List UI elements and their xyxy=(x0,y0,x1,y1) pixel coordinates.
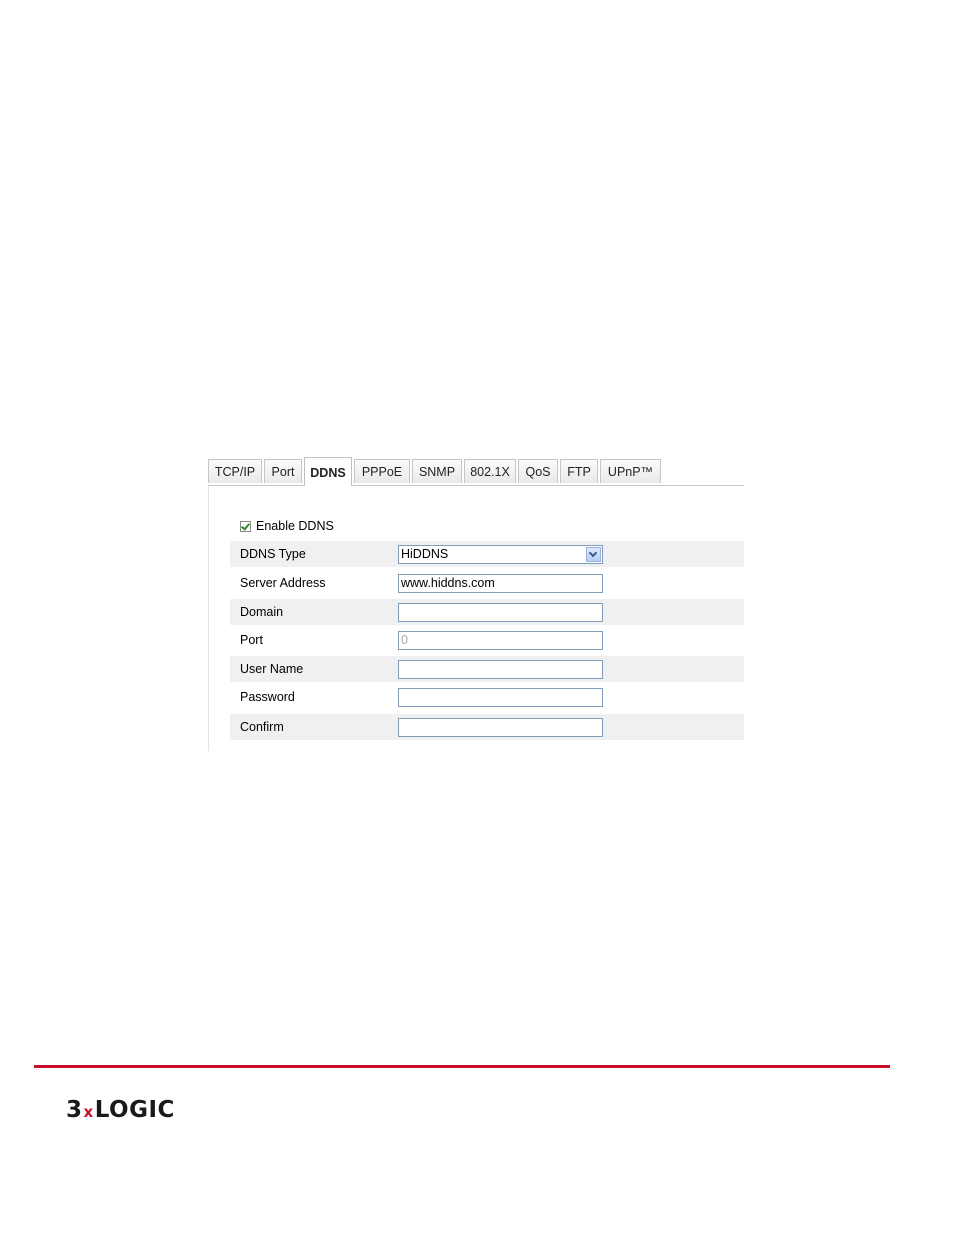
ddns-type-value: HiDDNS xyxy=(401,547,449,561)
domain-input[interactable] xyxy=(398,603,603,622)
tab-pppoe[interactable]: PPPoE xyxy=(354,459,410,483)
ddns-type-label: DDNS Type xyxy=(240,547,306,561)
enable-ddns-label: Enable DDNS xyxy=(256,519,334,533)
ddns-type-select[interactable]: HiDDNS xyxy=(398,545,603,564)
ddns-type-row: DDNS Type HiDDNS xyxy=(230,541,744,567)
confirm-label: Confirm xyxy=(240,720,284,734)
password-input[interactable] xyxy=(398,688,603,707)
logo-x: x xyxy=(83,1103,94,1121)
panel-border xyxy=(208,485,209,751)
logo-suffix: LOGIC xyxy=(94,1097,175,1123)
brand-logo: 3xLOGIC xyxy=(66,1097,175,1123)
tab-snmp[interactable]: SNMP xyxy=(412,459,462,483)
logo-prefix: 3 xyxy=(66,1097,83,1123)
tab-port[interactable]: Port xyxy=(264,459,302,483)
port-label: Port xyxy=(240,633,263,647)
port-row: Port 0 xyxy=(230,627,744,653)
user-name-input[interactable] xyxy=(398,660,603,679)
confirm-input[interactable] xyxy=(398,718,603,737)
tab-8021x[interactable]: 802.1X xyxy=(464,459,516,483)
chevron-down-icon[interactable] xyxy=(586,547,601,562)
tab-bar: TCP/IP Port DDNS PPPoE SNMP 802.1X QoS F… xyxy=(208,457,744,486)
tab-tcpip[interactable]: TCP/IP xyxy=(208,459,262,483)
password-label: Password xyxy=(240,690,295,704)
user-name-label: User Name xyxy=(240,662,304,676)
tab-qos[interactable]: QoS xyxy=(518,459,558,483)
server-address-label: Server Address xyxy=(240,576,326,590)
confirm-row: Confirm xyxy=(230,714,744,740)
tab-ftp[interactable]: FTP xyxy=(560,459,598,483)
ddns-settings-screenshot: TCP/IP Port DDNS PPPoE SNMP 802.1X QoS F… xyxy=(208,457,744,751)
domain-row: Domain xyxy=(230,599,744,625)
password-row: Password xyxy=(230,684,744,710)
enable-ddns-checkbox[interactable] xyxy=(240,520,251,532)
tab-ddns[interactable]: DDNS xyxy=(304,457,352,486)
server-address-row: Server Address www.hiddns.com xyxy=(230,570,744,596)
domain-label: Domain xyxy=(240,605,284,619)
user-name-row: User Name xyxy=(230,656,744,682)
footer-divider xyxy=(34,1065,890,1068)
port-input[interactable]: 0 xyxy=(398,631,603,650)
enable-ddns-row: Enable DDNS xyxy=(240,517,334,535)
server-address-input[interactable]: www.hiddns.com xyxy=(398,574,603,593)
tab-upnp[interactable]: UPnP™ xyxy=(600,459,661,483)
